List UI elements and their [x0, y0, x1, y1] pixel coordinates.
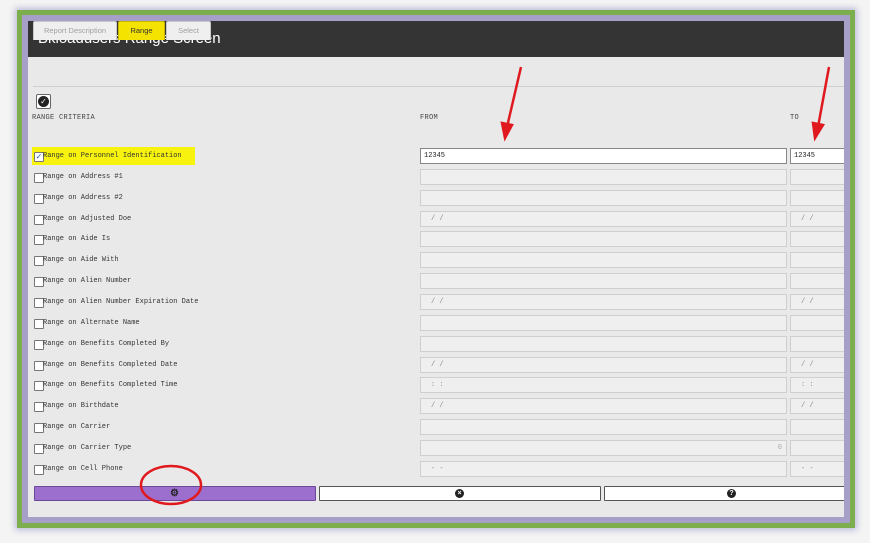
- to-field[interactable]: / /: [790, 210, 844, 227]
- range-row: Range on Benefits Completed Date / / / /: [28, 356, 844, 377]
- to-value: / /: [801, 297, 814, 306]
- row-label: Range on Adjusted Doe: [43, 214, 132, 223]
- to-value: / /: [801, 360, 814, 369]
- from-field[interactable]: : :: [420, 377, 787, 394]
- check-circle-icon: ✓: [38, 96, 49, 107]
- to-field[interactable]: [790, 314, 844, 331]
- close-circle-icon: ×: [455, 489, 464, 498]
- from-field[interactable]: [420, 252, 787, 269]
- to-field[interactable]: [790, 189, 844, 206]
- row-label: Range on Carrier Type: [43, 443, 132, 452]
- help-button[interactable]: ?: [604, 486, 844, 501]
- to-field[interactable]: [790, 273, 844, 290]
- from-value: / /: [431, 214, 444, 223]
- from-field[interactable]: / /: [420, 293, 787, 310]
- range-row: Range on Adjusted Doe / / / /: [28, 210, 844, 231]
- range-row: Range on Cell Phone - - - -: [28, 460, 844, 481]
- from-value: / /: [431, 360, 444, 369]
- range-row: Range on Aide Is: [28, 231, 844, 251]
- to-field[interactable]: : :: [790, 377, 844, 394]
- row-label: Range on Benefits Completed Date: [43, 360, 178, 369]
- range-row: Range on Alien Number Expiration Date / …: [28, 293, 844, 314]
- from-field[interactable]: [420, 273, 787, 290]
- from-field[interactable]: 12345: [420, 148, 787, 164]
- from-field[interactable]: / /: [420, 356, 787, 373]
- help-circle-icon: ?: [727, 489, 736, 498]
- range-row: Range on Alien Number: [28, 273, 844, 293]
- from-field[interactable]: [420, 231, 787, 248]
- row-label: Range on Alien Number Expiration Date: [43, 297, 199, 306]
- to-field[interactable]: [790, 335, 844, 352]
- to-value: : :: [801, 381, 814, 390]
- to-field[interactable]: [790, 439, 844, 456]
- range-row: Range on Benefits Completed Time : : : :: [28, 377, 844, 397]
- row-label: Range on Alien Number: [43, 277, 132, 286]
- row-label: Range on Carrier: [43, 423, 111, 432]
- to-header: TO: [790, 114, 800, 122]
- range-row: Range on Alternate Name: [28, 314, 844, 335]
- from-field[interactable]: / /: [420, 210, 787, 227]
- row-label: Range on Aide With: [43, 256, 119, 265]
- to-value: / /: [801, 214, 814, 223]
- from-field[interactable]: [420, 189, 787, 206]
- to-field[interactable]: [790, 231, 844, 248]
- from-field[interactable]: [420, 335, 787, 352]
- range-row: Range on Birthdate / / / /: [28, 398, 844, 418]
- range-row: Range on Benefits Completed By: [28, 335, 844, 356]
- app-window: Bkloadusers Range Screen Report Descript…: [28, 21, 844, 517]
- from-field[interactable]: [420, 314, 787, 331]
- range-row: Range on Carrier: [28, 419, 844, 439]
- to-field[interactable]: [790, 168, 844, 185]
- from-field[interactable]: - -: [420, 460, 787, 477]
- tab-label: Report Description: [43, 26, 107, 35]
- to-field[interactable]: / /: [790, 398, 844, 415]
- run-button[interactable]: ⚙: [34, 486, 316, 501]
- tab-report-description[interactable]: Report Description: [33, 21, 117, 40]
- from-value: 12345: [424, 152, 446, 160]
- from-value-right: 0: [777, 443, 782, 452]
- from-value: / /: [431, 297, 444, 306]
- tab-divider: [33, 86, 844, 87]
- row-label: Range on Birthdate: [43, 402, 119, 411]
- to-field[interactable]: 12345: [790, 148, 844, 164]
- row-label: Range on Cell Phone: [43, 464, 123, 473]
- check-all-button[interactable]: ✓: [36, 94, 51, 109]
- range-row: Range on Address #2: [28, 189, 844, 210]
- to-value: - -: [801, 464, 814, 473]
- row-label: Range on Benefits Completed Time: [43, 381, 178, 390]
- from-field[interactable]: / /: [420, 398, 787, 415]
- from-field[interactable]: [420, 168, 787, 185]
- row-label: Range on Address #1: [43, 172, 123, 181]
- range-row: Range on Carrier Type 0: [28, 439, 844, 460]
- range-row: Range on Address #1: [28, 168, 844, 189]
- to-field[interactable]: [790, 419, 844, 436]
- range-row: Range on Aide With: [28, 252, 844, 272]
- to-field[interactable]: / /: [790, 356, 844, 373]
- tab-label: Select: [178, 26, 199, 35]
- from-header: FROM: [420, 114, 439, 122]
- row-label: Range on Address #2: [43, 193, 123, 202]
- tab-select[interactable]: Select: [166, 21, 211, 40]
- row-label: Range on Alternate Name: [43, 318, 140, 327]
- row-label: Range on Benefits Completed By: [43, 339, 170, 348]
- range-row: ✓ Range on Personnel Identification 12345 1…: [28, 147, 844, 168]
- row-label: Range on Personnel Identification: [43, 152, 182, 160]
- from-value: - -: [431, 464, 444, 473]
- from-value: : :: [431, 381, 444, 390]
- to-value: 12345: [794, 152, 816, 160]
- tab-range[interactable]: Range: [118, 21, 165, 40]
- to-field[interactable]: / /: [790, 293, 844, 310]
- to-value: / /: [801, 402, 814, 411]
- screenshot-frame: Bkloadusers Range Screen Report Descript…: [17, 10, 855, 528]
- from-value: / /: [431, 402, 444, 411]
- row-label: Range on Aide Is: [43, 235, 111, 244]
- from-field[interactable]: 0: [420, 439, 787, 456]
- to-field[interactable]: [790, 252, 844, 269]
- to-field[interactable]: - -: [790, 460, 844, 477]
- gear-icon: ⚙: [170, 488, 179, 499]
- cancel-button[interactable]: ×: [319, 486, 601, 501]
- tab-label: Range: [130, 26, 153, 35]
- from-field[interactable]: [420, 419, 787, 436]
- range-criteria-header: RANGE CRITERIA: [32, 114, 96, 122]
